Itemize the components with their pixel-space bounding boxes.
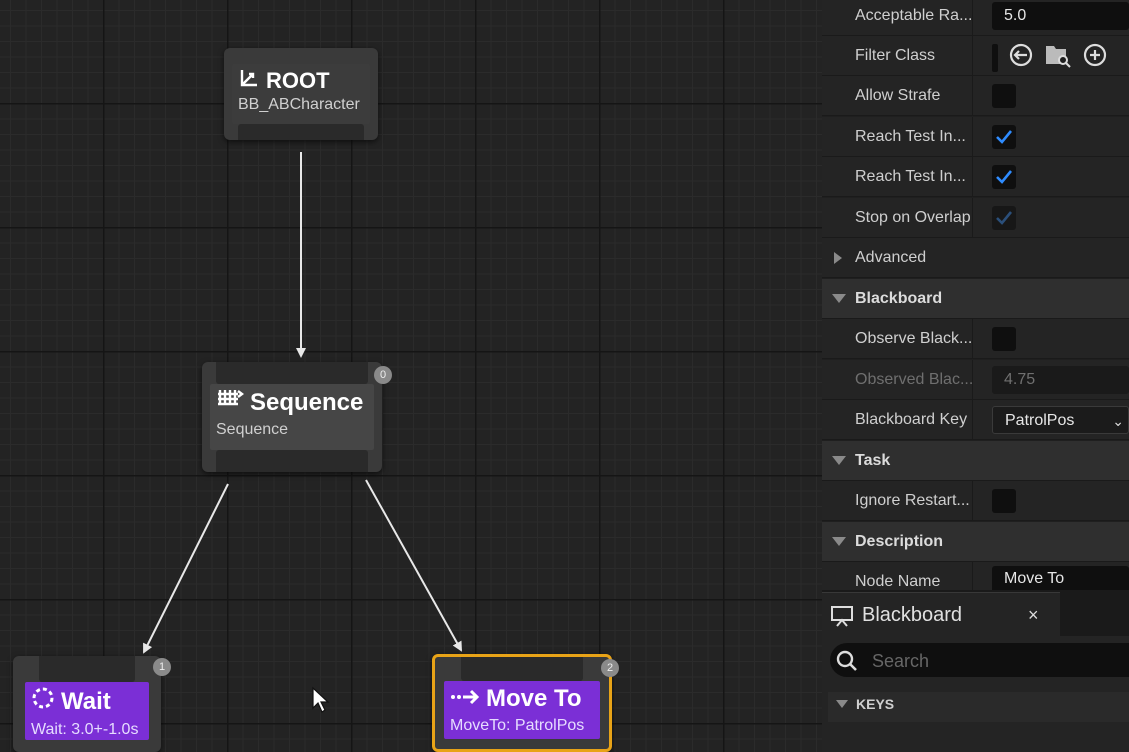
move-to-node-title: Move To xyxy=(486,685,582,712)
observed-blackboard-field: 4.75 xyxy=(992,366,1129,394)
root-node-subtitle: BB_ABCharacter xyxy=(238,96,360,113)
checkmark-icon xyxy=(996,130,1012,144)
wait-node-body: Wait Wait: 3.0+-1.0s xyxy=(25,682,149,740)
allow-strafe-checkbox[interactable] xyxy=(992,84,1016,108)
advanced-row[interactable]: Advanced xyxy=(822,238,1129,278)
allow-strafe-label: Allow Strafe xyxy=(855,87,941,104)
blackboard-section-label: Blackboard xyxy=(855,290,943,307)
filter-class-row: Filter Class xyxy=(822,36,1129,76)
sequence-input-pin[interactable] xyxy=(216,362,368,384)
checkmark-icon xyxy=(996,170,1012,184)
observed-blackboard-label: Observed Blac... xyxy=(855,371,974,388)
blackboard-tab-icon xyxy=(830,605,854,632)
root-output-pin[interactable] xyxy=(238,124,364,140)
sequence-node[interactable]: Sequence Sequence 0 xyxy=(202,362,392,472)
root-icon xyxy=(238,68,260,94)
keys-label: KEYS xyxy=(856,696,895,712)
add-circle-icon[interactable] xyxy=(1082,42,1108,73)
sequence-node-body: Sequence Sequence xyxy=(210,384,374,450)
wait-icon xyxy=(31,686,55,717)
reach-test-row-2: Reach Test In... xyxy=(822,157,1129,197)
sequence-icon xyxy=(216,388,244,417)
move-to-index-badge: 2 xyxy=(601,659,619,677)
blackboard-tab[interactable]: Blackboard × xyxy=(822,592,1060,637)
blackboard-search xyxy=(830,643,1129,679)
acceptable-radius-row: Acceptable Ra... 5.0 xyxy=(822,0,1129,36)
mouse-cursor-icon xyxy=(311,686,331,719)
reach-test-row-1: Reach Test In... xyxy=(822,117,1129,157)
observed-blackboard-row: Observed Blac... 4.75 xyxy=(822,360,1129,400)
node-name-label: Node Name xyxy=(855,573,941,590)
behavior-tree-graph[interactable]: ROOT BB_ABCharacter Sequence Sequence 0 xyxy=(0,0,822,752)
wait-node-title: Wait xyxy=(61,687,111,715)
ignore-restart-row: Ignore Restart... xyxy=(822,481,1129,521)
acceptable-radius-field[interactable]: 5.0 xyxy=(992,2,1129,30)
browse-folder-icon[interactable] xyxy=(1044,42,1072,73)
wait-input-pin[interactable] xyxy=(39,656,135,682)
reach-test-label-2: Reach Test In... xyxy=(855,168,966,185)
wire-sequence-wait xyxy=(143,483,229,654)
move-to-node-body: Move To MoveTo: PatrolPos xyxy=(444,681,600,739)
graph-wires xyxy=(143,152,462,654)
wire-sequence-moveto xyxy=(365,479,462,652)
advanced-label: Advanced xyxy=(855,249,927,266)
checkmark-icon xyxy=(996,211,1012,225)
stop-on-overlap-checkbox[interactable] xyxy=(992,206,1016,230)
task-section-label: Task xyxy=(855,452,891,469)
reset-arrow-icon[interactable] xyxy=(1008,42,1034,73)
blackboard-section-header[interactable]: Blackboard xyxy=(822,279,1129,319)
blackboard-tab-title: Blackboard xyxy=(862,604,963,626)
blackboard-key-label: Blackboard Key xyxy=(855,411,968,428)
move-to-node[interactable]: Move To MoveTo: PatrolPos 2 xyxy=(432,654,619,752)
collapse-down-icon xyxy=(836,700,848,708)
reach-test-label-1: Reach Test In... xyxy=(855,128,966,145)
root-node-body: ROOT BB_ABCharacter xyxy=(232,64,370,124)
close-icon[interactable]: × xyxy=(1028,593,1039,637)
allow-strafe-row: Allow Strafe xyxy=(822,76,1129,116)
sequence-output-pin[interactable] xyxy=(216,450,368,472)
expand-right-icon xyxy=(834,252,842,264)
description-section-label: Description xyxy=(855,533,944,550)
move-to-node-subtitle: MoveTo: PatrolPos xyxy=(450,717,585,734)
collapse-down-icon xyxy=(832,294,846,303)
root-node[interactable]: ROOT BB_ABCharacter xyxy=(224,48,378,140)
wait-node[interactable]: Wait Wait: 3.0+-1.0s 1 xyxy=(13,656,171,752)
move-to-input-pin[interactable] xyxy=(461,657,583,681)
stop-on-overlap-label: Stop on Overlap xyxy=(855,209,971,226)
blackboard-key-dropdown[interactable]: PatrolPos ⌄ xyxy=(992,406,1129,434)
reach-test-checkbox-2[interactable] xyxy=(992,165,1016,189)
blackboard-key-value: PatrolPos xyxy=(1005,412,1075,429)
observe-blackboard-checkbox[interactable] xyxy=(992,327,1016,351)
node-name-row: Node Name Move To xyxy=(822,562,1129,590)
details-panel: Acceptable Ra... 5.0 Filter Class Allow … xyxy=(822,0,1129,590)
description-section-header[interactable]: Description xyxy=(822,522,1129,562)
filter-class-label: Filter Class xyxy=(855,47,936,64)
reach-test-checkbox-1[interactable] xyxy=(992,125,1016,149)
search-input[interactable] xyxy=(870,643,1124,679)
task-section-header[interactable]: Task xyxy=(822,441,1129,481)
node-name-field[interactable]: Move To xyxy=(992,566,1129,590)
search-icon xyxy=(836,650,858,677)
wait-index-badge: 1 xyxy=(153,658,171,676)
blackboard-key-row: Blackboard Key PatrolPos ⌄ xyxy=(822,400,1129,440)
keys-category-header[interactable]: KEYS xyxy=(828,692,1129,722)
filter-class-field[interactable] xyxy=(992,43,998,72)
stop-on-overlap-row: Stop on Overlap xyxy=(822,198,1129,238)
sequence-node-subtitle: Sequence xyxy=(216,421,289,438)
ignore-restart-checkbox[interactable] xyxy=(992,489,1016,513)
chevron-down-icon: ⌄ xyxy=(1112,413,1124,429)
move-to-icon xyxy=(450,685,480,713)
observe-blackboard-row: Observe Black... xyxy=(822,319,1129,359)
collapse-down-icon xyxy=(832,537,846,546)
wait-node-subtitle: Wait: 3.0+-1.0s xyxy=(31,721,139,738)
root-node-title: ROOT xyxy=(266,68,330,93)
collapse-down-icon xyxy=(832,456,846,465)
blackboard-panel: Blackboard × KEYS xyxy=(822,590,1129,752)
sequence-index-badge: 0 xyxy=(374,366,392,384)
sequence-node-title: Sequence xyxy=(250,388,364,416)
observe-blackboard-label: Observe Black... xyxy=(855,330,973,347)
acceptable-radius-label: Acceptable Ra... xyxy=(855,7,973,24)
ignore-restart-label: Ignore Restart... xyxy=(855,492,970,509)
